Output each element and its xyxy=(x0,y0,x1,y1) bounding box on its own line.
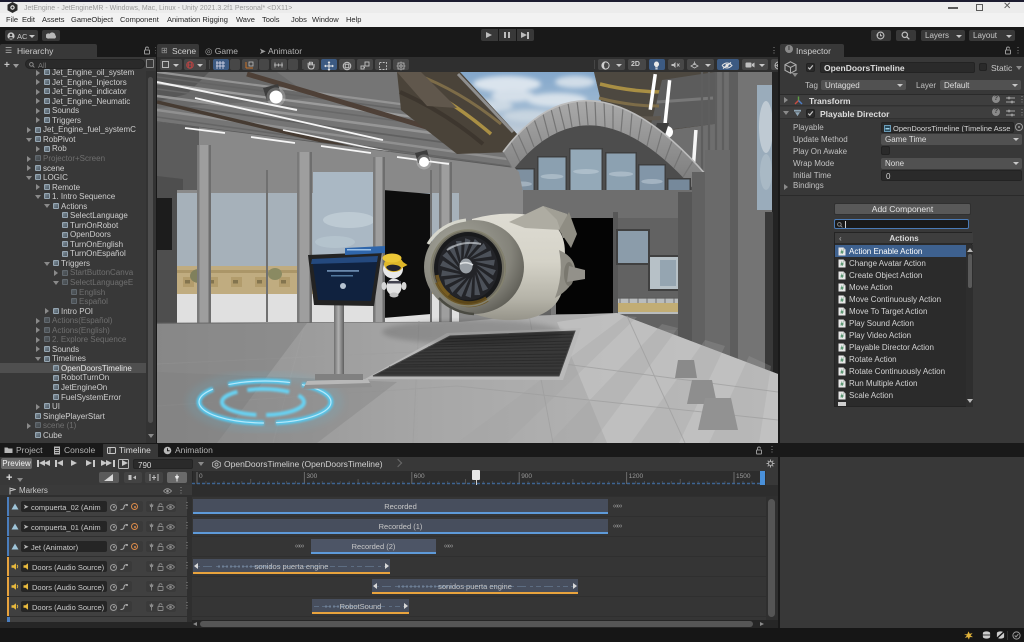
svg-text:300: 300 xyxy=(306,473,317,480)
svg-text:600: 600 xyxy=(414,473,425,480)
svg-text:1500: 1500 xyxy=(736,473,751,480)
svg-text:0: 0 xyxy=(199,473,203,480)
svg-text:900: 900 xyxy=(521,473,532,480)
svg-text:1200: 1200 xyxy=(629,473,644,480)
